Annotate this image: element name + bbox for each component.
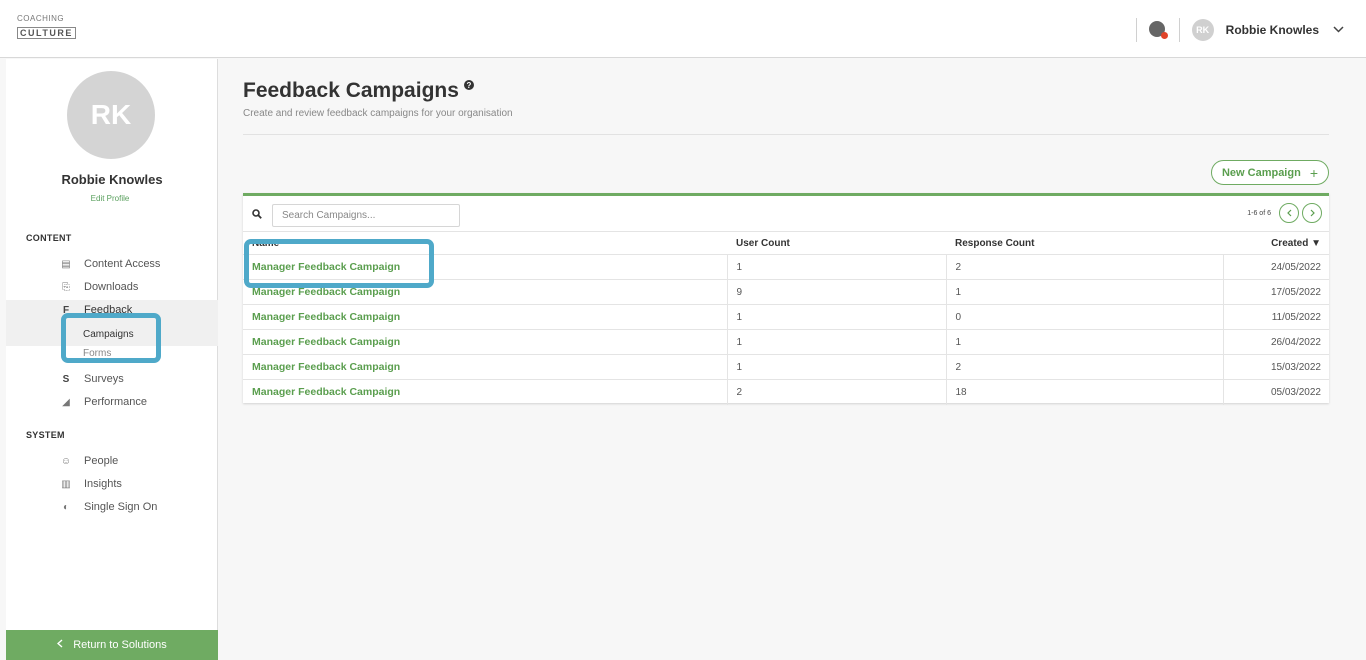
table-row[interactable]: Manager Feedback Campaign 2 18 05/03/2022 <box>243 379 1329 405</box>
highlight-box-campaigns-nav <box>61 313 161 363</box>
download-icon: ⎘ <box>62 281 70 293</box>
sidebar-item-label: Downloads <box>84 281 139 293</box>
column-header-response-count[interactable]: Response Count <box>946 231 1223 255</box>
sidebar-item-surveys[interactable]: S Surveys <box>6 368 218 390</box>
response-count-cell: 2 <box>946 254 1224 280</box>
sidebar-item-label: Content Access <box>84 258 161 270</box>
sidebar-item-insights[interactable]: ▥ Insights <box>6 473 218 495</box>
user-count-cell: 2 <box>727 379 947 405</box>
user-count-cell: 1 <box>727 354 947 380</box>
avatar[interactable]: RK <box>1191 19 1214 41</box>
plus-icon: + <box>1309 164 1318 181</box>
campaign-name-link[interactable]: Manager Feedback Campaign <box>243 379 728 405</box>
sidebar-item-label: Performance <box>84 396 147 408</box>
sidebar-item-label: People <box>84 455 119 467</box>
column-header-user-count[interactable]: User Count <box>727 231 946 255</box>
section-content-label: CONTENT <box>26 233 72 243</box>
campaign-name-link[interactable]: Manager Feedback Campaign <box>243 329 728 355</box>
page-title: Feedback Campaigns <box>243 79 459 102</box>
new-campaign-label: New Campaign <box>1221 166 1301 179</box>
pagination: 1-6 of 6 <box>1247 203 1322 223</box>
highlight-box-campaign <box>244 239 434 288</box>
search-bar <box>252 204 460 227</box>
logo-line-1: COACHING <box>17 14 65 23</box>
survey-icon: S <box>62 373 70 385</box>
divider <box>243 134 1329 135</box>
search-input[interactable] <box>272 204 460 227</box>
bell-icon[interactable] <box>1148 21 1168 39</box>
chevron-down-icon[interactable] <box>1333 24 1344 36</box>
section-system-label: SYSTEM <box>26 430 65 440</box>
created-date-cell: 26/04/2022 <box>1223 329 1329 355</box>
campaign-name-link[interactable]: Manager Feedback Campaign <box>243 354 728 380</box>
table-row[interactable]: Manager Feedback Campaign 1 1 26/04/2022 <box>243 329 1329 355</box>
user-count-cell: 1 <box>727 254 947 280</box>
return-to-solutions-button[interactable]: Return to Solutions <box>6 630 218 660</box>
sidebar-item-label: Surveys <box>84 373 124 385</box>
sidebar-item-performance[interactable]: ◢ Performance <box>6 391 218 413</box>
user-count-cell: 1 <box>727 329 947 355</box>
next-page-button[interactable] <box>1302 203 1322 223</box>
performance-icon: ◢ <box>62 396 70 408</box>
created-date-cell: 11/05/2022 <box>1223 304 1329 330</box>
user-area: RK Robbie Knowles <box>1135 16 1344 44</box>
search-icon <box>252 209 262 222</box>
profile-name: Robbie Knowles <box>61 172 163 187</box>
sidebar-item-label: Insights <box>84 478 122 490</box>
table-row[interactable]: Manager Feedback Campaign 1 0 11/05/2022 <box>243 304 1329 330</box>
sidebar-item-single-sign-on[interactable]: ◐ Single Sign On <box>6 496 218 518</box>
user-count-cell: 1 <box>727 304 947 330</box>
help-icon[interactable]: ? <box>464 80 474 90</box>
sidebar-item-label: Single Sign On <box>84 501 158 513</box>
page-subtitle: Create and review feedback campaigns for… <box>243 108 513 119</box>
previous-page-button[interactable] <box>1279 203 1299 223</box>
response-count-cell: 1 <box>946 279 1224 305</box>
sidebar-item-people[interactable]: ☺ People <box>6 450 218 472</box>
created-date-cell: 05/03/2022 <box>1223 379 1329 405</box>
sidebar-item-downloads[interactable]: ⎘ Downloads <box>6 276 218 298</box>
pagination-text: 1-6 of 6 <box>1247 209 1271 217</box>
profile-avatar: RK <box>67 71 155 159</box>
campaign-name-link[interactable]: Manager Feedback Campaign <box>243 304 728 330</box>
document-icon: ▤ <box>61 258 71 270</box>
logo-line-2: CULTURE <box>17 27 76 39</box>
created-date-cell: 17/05/2022 <box>1223 279 1329 305</box>
notification-dot <box>1160 32 1168 39</box>
sidebar-item-content-access[interactable]: ▤ Content Access <box>6 253 218 275</box>
chart-icon: ▥ <box>61 478 71 490</box>
user-count-cell: 9 <box>727 279 947 305</box>
top-bar: COACHING CULTURE RK Robbie Knowles <box>0 0 1366 58</box>
response-count-cell: 0 <box>946 304 1224 330</box>
column-header-created[interactable]: Created ▼ <box>1223 231 1329 255</box>
response-count-cell: 18 <box>946 379 1224 405</box>
created-date-cell: 24/05/2022 <box>1223 254 1329 280</box>
return-label: Return to Solutions <box>73 639 167 651</box>
people-icon: ☺ <box>60 455 72 467</box>
new-campaign-button[interactable]: New Campaign + <box>1210 160 1329 185</box>
response-count-cell: 1 <box>946 329 1224 355</box>
created-date-cell: 15/03/2022 <box>1223 354 1329 380</box>
user-name[interactable]: Robbie Knowles <box>1226 23 1319 37</box>
campaigns-table-card: 1-6 of 6 Name User Count Response Count … <box>243 193 1329 405</box>
table-row[interactable]: Manager Feedback Campaign 1 2 15/03/2022 <box>243 354 1329 380</box>
response-count-cell: 2 <box>946 354 1224 380</box>
shield-icon: ◐ <box>62 501 70 513</box>
divider <box>1135 18 1137 42</box>
chevron-left-icon <box>57 639 63 651</box>
coaching-culture-logo[interactable]: COACHING CULTURE <box>17 14 79 46</box>
edit-profile-link[interactable]: Edit Profile <box>6 194 214 203</box>
divider <box>1178 18 1180 42</box>
